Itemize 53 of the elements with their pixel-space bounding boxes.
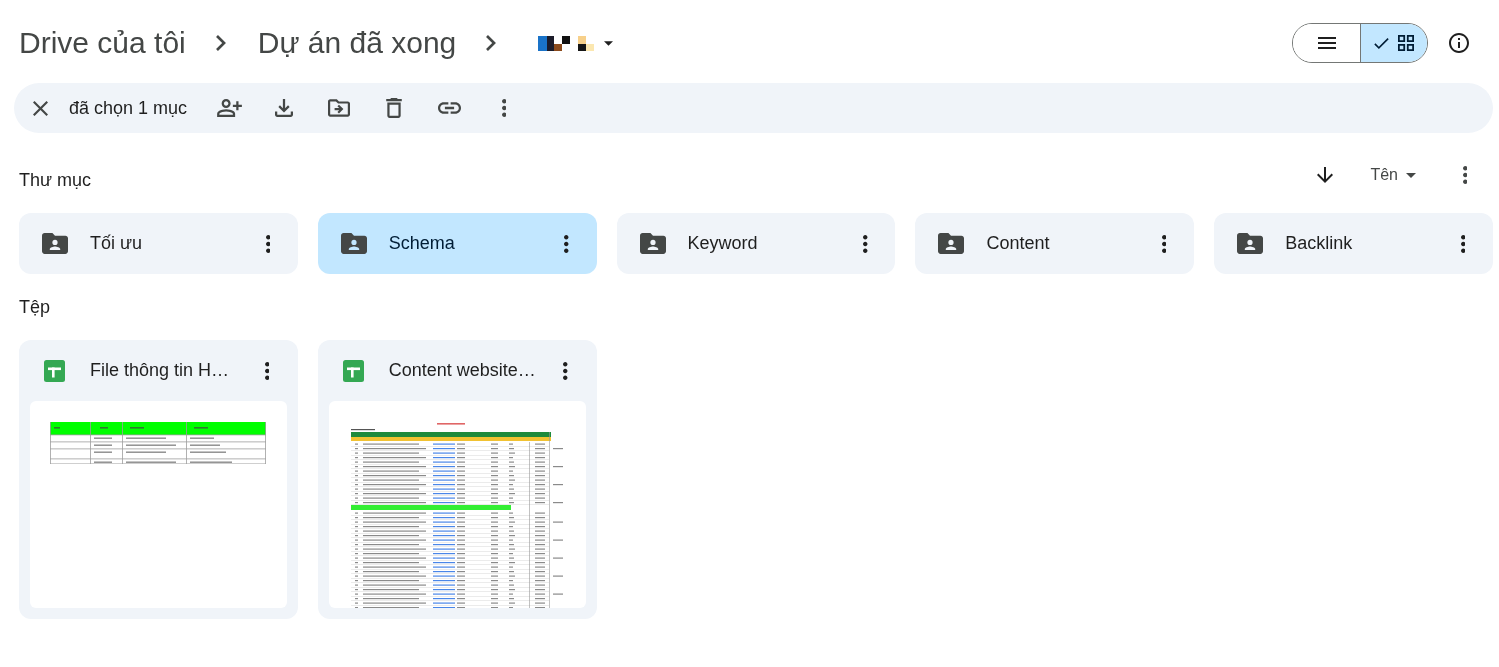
more-icon[interactable] — [265, 234, 271, 253]
selection-count: đã chọn 1 mục — [69, 97, 188, 119]
more-icon[interactable] — [501, 99, 507, 117]
download-icon[interactable] — [275, 99, 294, 117]
arrow-down-icon[interactable] — [1317, 167, 1334, 183]
info-icon[interactable] — [1449, 33, 1469, 53]
folder-name: Content — [986, 233, 1051, 254]
file-card[interactable]: Content website… — [317, 340, 597, 619]
sort-button[interactable]: Tên — [1358, 155, 1428, 195]
caret-icon[interactable] — [604, 40, 614, 46]
list-icon — [1317, 37, 1336, 49]
pixelated-mosaic-icon[interactable] — [538, 35, 595, 51]
shared-folder-icon — [340, 233, 367, 254]
more-icon[interactable] — [863, 234, 868, 253]
grid-icon — [1398, 35, 1414, 51]
chevron-right-icon — [486, 35, 497, 51]
file-name: Content website… — [388, 360, 537, 381]
section-title: Thư mục — [19, 170, 92, 190]
shared-folder-icon — [938, 233, 965, 254]
close-icon[interactable] — [32, 100, 48, 116]
file-card[interactable]: File thông tin H… — [19, 340, 298, 619]
more-icon[interactable] — [564, 234, 569, 253]
more-icon[interactable] — [1460, 234, 1466, 253]
more-icon[interactable] — [563, 361, 568, 380]
link-icon[interactable] — [437, 102, 461, 114]
breadcrumb-link[interactable]: Dự án đã xong — [257, 23, 457, 63]
folder-name: Backlink — [1285, 233, 1354, 254]
folder-card[interactable]: Keyword — [616, 213, 896, 274]
folder-name: Schema — [388, 233, 456, 254]
section-title: Tệp — [19, 297, 51, 317]
caret-icon — [1406, 172, 1416, 178]
breadcrumb-link[interactable]: Drive của tôi — [19, 23, 186, 63]
move-to-folder-icon[interactable] — [328, 99, 351, 117]
file-name: File thông tin H… — [90, 360, 231, 381]
spreadsheet-icon — [342, 359, 364, 382]
shared-folder-icon — [42, 233, 68, 254]
folder-card[interactable]: Content — [915, 213, 1195, 274]
folder-card[interactable]: Tối ưu — [19, 213, 298, 274]
shared-folder-icon — [639, 233, 666, 254]
grid-view-button[interactable] — [1360, 24, 1427, 62]
check-icon — [1374, 37, 1389, 49]
shared-folder-icon — [1237, 233, 1264, 254]
folder-name: Keyword — [687, 233, 759, 254]
more-icon[interactable] — [264, 361, 270, 380]
person-add-icon[interactable] — [216, 99, 242, 117]
folder-card[interactable]: Backlink — [1214, 213, 1493, 274]
folder-card[interactable]: Schema — [317, 213, 597, 274]
more-icon[interactable] — [1462, 166, 1468, 184]
trash-icon[interactable] — [386, 98, 403, 118]
spreadsheet-icon — [44, 359, 65, 382]
chevron-right-icon — [215, 35, 226, 51]
folder-name: Tối ưu — [90, 233, 144, 254]
more-icon[interactable] — [1161, 234, 1167, 253]
